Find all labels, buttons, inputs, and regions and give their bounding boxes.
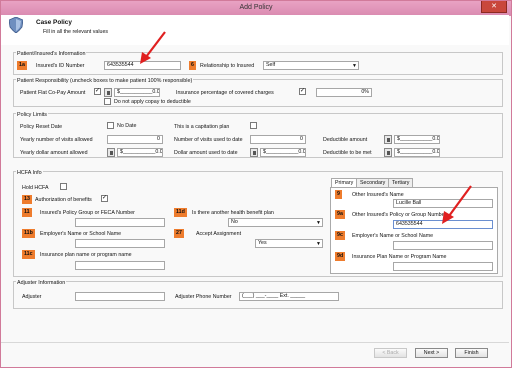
insured-info-section: Patient/Insured's Information <box>13 51 503 75</box>
no-date-checkbox[interactable] <box>107 122 114 129</box>
dollar-used-label: Dollar amount used to date <box>174 150 238 156</box>
other-plan-select[interactable]: No ▼ <box>228 218 323 227</box>
tab-secondary[interactable]: Secondary <box>356 178 390 187</box>
insurance-pct-input[interactable]: 0% <box>316 88 372 97</box>
badge-27: 27 <box>174 229 184 238</box>
annotation-arrow-icon <box>442 185 472 224</box>
employer-label: Employer's Name or School Name <box>40 231 122 237</box>
badge-13: 13 <box>22 195 32 204</box>
section-title: Patient Responsibility (uncheck boxes to… <box>16 78 194 84</box>
adjuster-label: Adjuster <box>22 294 42 300</box>
deductible-met-label: Deductible to be met <box>323 150 372 156</box>
reset-date-label: Policy Reset Date <box>20 124 63 130</box>
plan-name-input[interactable] <box>75 261 165 270</box>
finish-button[interactable]: Finish <box>455 348 488 358</box>
no-copay-deductible-checkbox[interactable] <box>104 98 111 105</box>
chevron-down-icon: ▼ <box>316 241 321 247</box>
other-plan-value: No <box>231 219 238 225</box>
shield-icon <box>9 17 23 33</box>
annotation-arrow-icon <box>140 31 166 64</box>
accept-assignment-label: Accept Assignment <box>196 231 242 237</box>
relationship-value: Self <box>266 62 276 68</box>
calculator-icon[interactable] <box>250 148 258 157</box>
adjuster-phone-label: Adjuster Phone Number <box>175 294 232 300</box>
hold-hcfa-checkbox[interactable] <box>60 183 67 190</box>
insurance-pct-label: Insurance percentage of covered charges <box>176 90 274 96</box>
copay-checkbox[interactable]: ✓ <box>94 88 101 95</box>
policy-group-label: Insured's Policy Group or FECA Number <box>40 210 135 216</box>
badge-9: 9 <box>335 190 342 199</box>
page-title: Case Policy <box>36 19 72 26</box>
deductible-met-input[interactable]: $___________0.00 <box>394 148 440 157</box>
visits-used-label: Number of visits used to date <box>174 137 243 143</box>
page-subtitle: Fill in all the relevant values <box>43 29 109 35</box>
deductible-amount-input[interactable]: $___________0.00 <box>394 135 440 144</box>
dollar-used-input[interactable]: $___________0.00 <box>260 148 306 157</box>
accept-assignment-select[interactable]: Yes ▼ <box>255 239 323 248</box>
primary-plan-input[interactable] <box>393 262 493 271</box>
adjuster-input[interactable] <box>75 292 165 301</box>
badge-9a: 9a <box>335 210 345 219</box>
badge-11c: 11c <box>22 250 35 259</box>
chevron-down-icon: ▼ <box>316 220 321 226</box>
capitation-checkbox[interactable] <box>250 122 257 129</box>
calculator-icon[interactable] <box>384 135 392 144</box>
section-title: Policy Limits <box>16 112 48 118</box>
badge-11: 11 <box>22 208 32 217</box>
section-title: Adjuster Information <box>16 280 67 286</box>
primary-plan-label: Insurance Plan Name or Program Name <box>352 254 447 260</box>
close-button[interactable]: ✕ <box>481 1 507 13</box>
badge-11b: 11b <box>22 229 35 238</box>
auth-benefits-checkbox[interactable]: ✓ <box>101 195 108 202</box>
accept-assignment-value: Yes <box>258 240 267 246</box>
deductible-amount-label: Deductible amount <box>323 137 368 143</box>
chevron-down-icon: ▼ <box>352 63 357 69</box>
no-date-label: No Date <box>117 123 137 129</box>
yearly-dollar-label: Yearly dollar amount allowed <box>20 150 88 156</box>
back-button[interactable]: < Back <box>374 348 407 358</box>
badge-9c: 9c <box>335 231 345 240</box>
adjuster-phone-input[interactable]: (___) ___-____ Ext. _____ <box>239 292 339 301</box>
primary-employer-label: Employer's Name or School Name <box>352 233 434 239</box>
auth-benefits-label: Authorization of benefits <box>35 197 92 203</box>
visits-used-input[interactable]: 0 <box>250 135 306 144</box>
policy-group-input[interactable] <box>75 218 165 227</box>
copay-label: Patient Flat Co-Pay Amount <box>20 90 86 96</box>
footer-divider <box>1 342 509 343</box>
yearly-dollar-input[interactable]: $___________0.00 <box>117 148 163 157</box>
tab-tertiary[interactable]: Tertiary <box>388 178 414 187</box>
window-title: Add Policy <box>239 4 273 11</box>
other-policy-label: Other Insured's Policy or Group Number <box>352 212 447 218</box>
section-title: HCFA Info <box>16 170 43 176</box>
relationship-select[interactable]: Self ▼ <box>263 61 359 70</box>
next-button[interactable]: Next > <box>415 348 448 358</box>
calculator-icon[interactable] <box>104 88 112 97</box>
badge-9d: 9d <box>335 252 346 261</box>
badge-6: 6 <box>189 61 196 70</box>
relationship-label: Relationship to Insured <box>200 63 255 69</box>
calculator-icon[interactable] <box>384 148 392 157</box>
employer-input[interactable] <box>75 239 165 248</box>
plan-name-label: Insurance plan name or program name <box>40 252 132 258</box>
copay-input[interactable]: $___________0.00 <box>114 88 160 97</box>
yearly-visits-input[interactable]: 0 <box>107 135 163 144</box>
no-copay-deductible-label: Do not apply copay to deductible <box>114 99 191 105</box>
yearly-visits-label: Yearly number of visits allowed <box>20 137 93 143</box>
title-bar[interactable]: Add Policy ✕ <box>1 1 511 16</box>
calculator-icon[interactable] <box>107 148 115 157</box>
capitation-label: This is a capitation plan <box>174 124 230 130</box>
hold-hcfa-label: Hold HCFA <box>22 185 49 191</box>
badge-11d: 11d <box>174 208 187 217</box>
primary-employer-input[interactable] <box>393 241 493 250</box>
insured-id-label: Insured's ID Number <box>36 63 85 69</box>
insurance-pct-checkbox[interactable]: ✓ <box>299 88 306 95</box>
section-title: Patient/Insured's Information <box>16 51 87 57</box>
other-plan-label: Is there another health benefit plan <box>192 210 274 216</box>
other-insured-name-label: Other Insured's Name <box>352 192 404 198</box>
badge-1a: 1a <box>17 61 27 70</box>
